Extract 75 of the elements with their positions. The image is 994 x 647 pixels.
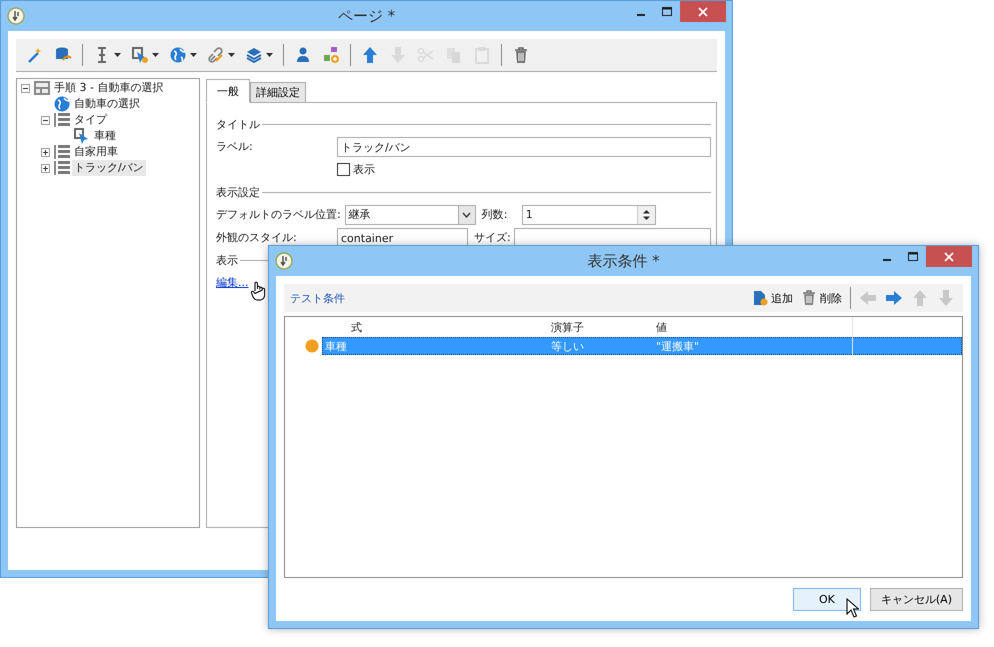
field-label: ラベル: [216, 139, 254, 154]
cancel-button[interactable]: キャンセル(A) [870, 588, 963, 611]
table-cell: "運搬車" [653, 337, 853, 355]
close-button[interactable] [926, 246, 972, 267]
expand-icon[interactable] [41, 148, 50, 156]
spin-up-icon [642, 208, 651, 214]
expand-icon[interactable] [41, 164, 50, 172]
window-title: 表示条件 * [587, 252, 660, 270]
add-shapes-icon [322, 46, 340, 64]
close-icon [944, 252, 954, 262]
up-arrow-icon [911, 289, 929, 307]
tree-item[interactable]: トラック/バン [72, 160, 146, 176]
field-label: デフォルトのラベル位置: [216, 207, 341, 222]
close-icon [698, 6, 708, 16]
add-button[interactable]: 追加 [748, 288, 797, 308]
right-arrow-icon [885, 289, 903, 307]
edit-link[interactable]: 編集... [216, 275, 248, 290]
dropdown-caret-icon [152, 53, 159, 57]
down-arrow-icon [937, 289, 955, 307]
up-arrow-icon [361, 46, 379, 64]
cursor-gear-icon [131, 46, 149, 64]
column-header: 式 [350, 320, 363, 336]
tree-item[interactable]: 車種 [92, 128, 118, 144]
dropdown-caret-icon [114, 53, 121, 57]
close-button[interactable] [680, 1, 726, 22]
window-title: ページ * [338, 6, 396, 26]
columns-spinner[interactable]: 1 [522, 204, 656, 224]
tree-item[interactable]: 手順 3 - 自動車の選択 [52, 80, 166, 96]
app-icon [7, 7, 25, 25]
dropdown-caret-icon [190, 53, 197, 57]
tree-item[interactable]: 自家用車 [72, 144, 120, 160]
tree-item[interactable]: 自動車の選択 [72, 96, 142, 112]
hand-cursor-icon [250, 281, 266, 301]
trash-icon [801, 290, 817, 306]
checkbox-label: 表示 [353, 162, 375, 177]
cursor-icon [74, 128, 90, 144]
section-heading: 表示設定 [216, 184, 260, 200]
column-header: 演算子 [550, 320, 585, 336]
field-label: サイズ: [474, 230, 512, 245]
field-label: 列数: [482, 207, 508, 222]
app-icon [275, 252, 293, 270]
label-field[interactable]: トラック/バン [337, 136, 711, 156]
delete-button[interactable]: 削除 [797, 288, 846, 308]
copy-icon [445, 46, 463, 64]
section-heading: テスト条件 [290, 290, 345, 306]
field-label: 外観のスタイル: [216, 230, 298, 245]
section-heading: タイトル [216, 116, 260, 132]
table-cell-text: 車種 [324, 338, 348, 354]
tab[interactable]: 一般 [206, 79, 250, 103]
person-icon [294, 46, 312, 64]
left-arrow-icon [859, 289, 877, 307]
label-position-dropdown[interactable]: 継承 [344, 204, 476, 224]
ok-button[interactable]: OK [792, 588, 861, 611]
page-icon [34, 80, 50, 96]
checkbox[interactable] [337, 163, 350, 176]
collapse-icon[interactable] [21, 84, 30, 92]
tree-item[interactable]: タイプ [72, 112, 109, 128]
pointer-cursor-icon [846, 598, 859, 618]
collapse-icon[interactable] [41, 116, 50, 124]
trash-icon [512, 46, 530, 64]
list-icon [54, 160, 70, 176]
list-icon [54, 144, 70, 160]
add-page-icon [752, 290, 768, 306]
chevron-down-icon [462, 212, 472, 218]
section-heading: 表示 [216, 252, 238, 268]
dropdown-caret-icon [266, 53, 273, 57]
tab[interactable]: 詳細設定 [250, 82, 306, 103]
table-cell-text: 等しい [550, 338, 585, 354]
globe-icon [169, 46, 187, 64]
layers-icon [245, 46, 263, 64]
list-icon [54, 112, 70, 128]
globe-icon [54, 96, 70, 112]
link-icon [207, 46, 225, 64]
dropdown-caret-icon [228, 53, 235, 57]
spin-down-icon [642, 216, 651, 220]
